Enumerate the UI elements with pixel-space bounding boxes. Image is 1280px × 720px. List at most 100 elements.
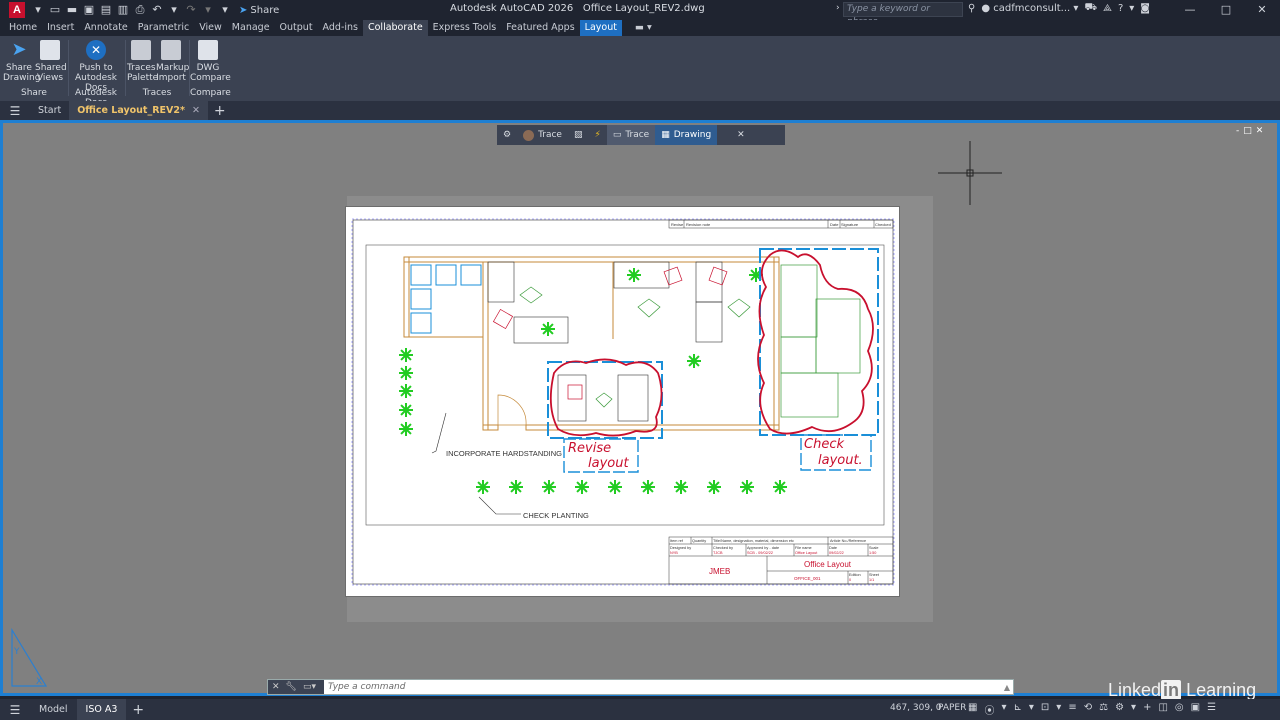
tb-approved-val: SCB - 09/02/22 [747,551,773,555]
ribbon-arrow-icon[interactable]: › [836,3,840,13]
polar-dropdown-icon[interactable]: ▾ [1029,702,1034,717]
hardware-accel-icon[interactable]: ◫ [1158,702,1167,717]
settings-dropdown-icon[interactable]: ▾ [1131,702,1136,717]
dropdown-icon[interactable]: ▾ [31,3,45,17]
viewport-controls[interactable]: -□✕ [1236,126,1267,136]
compare-group-label: Compare [190,88,231,98]
open-folder-icon[interactable]: ▬ [65,3,79,17]
status-menu-icon[interactable]: ☰ [0,703,30,717]
markup-import-button[interactable]: Markup Import [156,40,189,83]
tab-office-layout[interactable]: Office Layout_REV2* ✕ [69,101,208,120]
customize-qat-icon[interactable]: ▾ [218,3,232,17]
plant-symbol [773,480,787,494]
grid-icon[interactable]: ▦ [968,702,977,717]
redo-icon[interactable]: ↷ [184,3,198,17]
command-prompt-icon[interactable]: ▭▾ [303,682,316,692]
trace-author-button[interactable]: Trace [517,125,568,145]
assistant-icon[interactable]: ◙ [1140,3,1150,14]
meeting-room-desks [557,374,649,422]
close-command-icon[interactable]: ✕ [272,682,280,692]
menu-icon[interactable]: ☰ [0,104,30,118]
tab-parametric[interactable]: Parametric [133,20,194,36]
add-layout-button[interactable]: + [132,702,144,718]
selection-cycling-icon[interactable]: ⟲ [1084,702,1092,717]
osnap-dropdown-icon[interactable]: ▾ [1056,702,1061,717]
dwg-compare-button[interactable]: DWG Compare [190,40,231,83]
save-icon[interactable]: ▣ [82,3,96,17]
paper-space-toggle[interactable]: PAPER [938,703,966,713]
share-button[interactable]: ➤ Share [239,5,279,16]
minimize-button[interactable]: — [1172,0,1208,20]
lineweight-icon[interactable]: ≡ [1068,702,1076,717]
command-input[interactable]: Type a command [328,682,405,692]
tab-view[interactable]: View [194,20,227,36]
search-input[interactable]: Type a keyword or phrase [843,2,963,27]
autocad-logo-button[interactable]: A [9,2,25,18]
drawing-view-toggle[interactable]: ▦ Drawing [655,125,718,145]
help-dropdown-icon[interactable]: ▾ [1129,3,1134,14]
plant-symbol [541,322,555,336]
undo-icon[interactable]: ↶ [150,3,164,17]
share-drawing-button[interactable]: ➤ Share Drawing [3,40,40,84]
isolate-icon[interactable]: ◎ [1175,702,1184,717]
tab-home[interactable]: Home [4,20,42,36]
lightning-icon: ⚡ [594,130,601,140]
save-as-icon[interactable]: ▤ [99,3,113,17]
traces-palette-label-1: Traces [127,63,156,73]
cart-icon[interactable]: ⛟ [1084,2,1097,15]
tab-insert[interactable]: Insert [42,20,79,36]
new-tab-button[interactable]: + [214,103,226,119]
customize-wrench-icon[interactable]: 🔧︎ [286,682,297,692]
tab-start[interactable]: Start [30,101,69,120]
help-icon[interactable]: ? [1118,3,1123,14]
tab-layout[interactable]: Layout [579,20,622,36]
close-button[interactable]: ✕ [1244,0,1280,20]
undo-dropdown-icon[interactable]: ▾ [167,3,181,17]
tab-manage[interactable]: Manage [227,20,275,36]
meeting-furniture [519,264,861,418]
tab-add-ins[interactable]: Add-ins [318,20,363,36]
window-title: Autodesk AutoCAD 2026 Office Layout_REV2… [450,3,705,14]
note-hardstanding: INCORPORATE HARDSTANDING [446,449,562,458]
tab-featured-apps[interactable]: Featured Apps [501,20,579,36]
close-trace-button[interactable]: ✕ [731,125,751,145]
clean-screen-icon[interactable]: ▣ [1191,702,1200,717]
snap-dropdown-icon[interactable]: ▾ [1001,702,1006,717]
layout-paper-sheet[interactable]: Revise Revision note Date Signature Chec… [345,206,900,597]
layout-tab-iso-a3[interactable]: ISO A3 [76,699,127,720]
tab-output[interactable]: Output [275,20,318,36]
command-history-icon[interactable]: ▲ [1004,683,1010,692]
group-divider [125,40,126,96]
trace-image-button[interactable]: ▧ [568,125,589,145]
settings-icon[interactable]: ⚙ [1115,702,1124,717]
trace-settings-button[interactable]: ⚙ [497,125,517,145]
osnap-icon[interactable]: ⊡ [1041,702,1049,717]
model-tab[interactable]: Model [30,699,77,720]
ribbon-minimize-toggle[interactable]: ▬ ▾ [630,20,657,36]
markup-text-check: Check [804,437,844,452]
tab-annotate[interactable]: Annotate [79,20,132,36]
customize-status-icon[interactable]: ☰ [1207,702,1216,717]
maximize-button[interactable]: □ [1208,0,1244,20]
push-to-docs-button[interactable]: ✕ Push to Autodesk Docs [68,40,124,93]
web-mobile-icon[interactable]: ▥ [116,3,130,17]
plus-icon[interactable]: + [1143,702,1151,717]
user-account-menu[interactable]: ● cadfmconsult... ▾ [981,3,1078,14]
tab-collaborate[interactable]: Collaborate [362,20,428,36]
trace-view-toggle[interactable]: ▭ Trace [606,125,656,145]
ortho-icon[interactable]: ⊾ [1013,702,1021,717]
revision-table: Revise Revision note Date Signature Chec… [668,219,894,229]
coordinate-readout[interactable]: 467, 309, 0 [890,703,942,713]
annotation-scale-icon[interactable]: ⚖ [1099,702,1108,717]
print-icon[interactable]: ⎙ [133,3,147,17]
connect-icon[interactable]: ⟁ [1103,3,1112,14]
search-icon[interactable]: ⚲ [968,3,975,14]
shared-views-button[interactable]: Shared Views [35,40,67,83]
new-file-icon[interactable]: ▭ [48,3,62,17]
snap-icon[interactable]: ⦿ [984,702,994,717]
traces-palette-button[interactable]: Traces Palette [127,40,158,83]
close-tab-icon[interactable]: ✕ [192,105,200,116]
tab-express-tools[interactable]: Express Tools [428,20,502,36]
redo-dropdown-icon[interactable]: ▾ [201,3,215,17]
trace-flash-button[interactable]: ⚡ [588,125,606,145]
